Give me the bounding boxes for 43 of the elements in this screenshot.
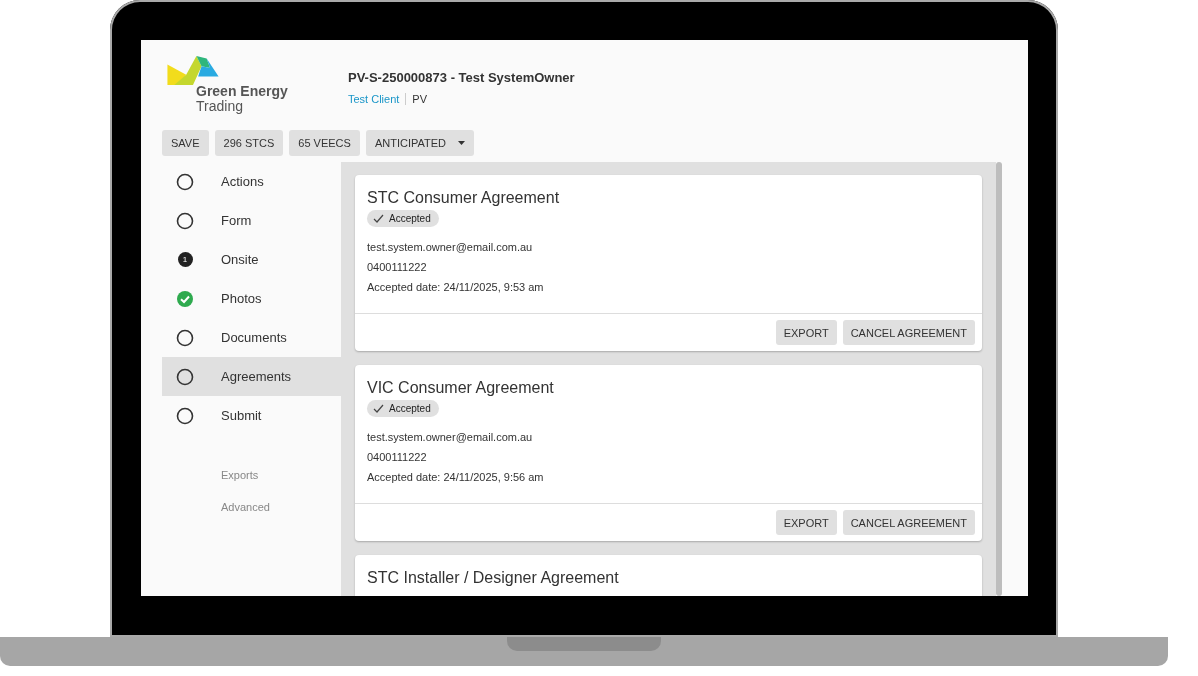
secondary-link[interactable]: Exports (221, 469, 341, 481)
status-chip: Accepted (367, 400, 439, 417)
status-chip: Accepted (367, 210, 439, 227)
card-button[interactable]: EXPORT (775, 510, 837, 535)
step-item[interactable]: Actions (162, 162, 341, 201)
step-item[interactable]: 1 Onsite (162, 240, 341, 279)
agreement-title: VIC Consumer Agreement (367, 379, 554, 397)
brand-name: Trading (196, 99, 243, 114)
check-icon (373, 404, 384, 413)
circle-icon (176, 328, 194, 347)
card-button[interactable]: EXPORT (775, 320, 837, 345)
step-item[interactable]: Agreements (162, 357, 341, 396)
phone-text: 0400111222 (367, 260, 427, 275)
circle-icon (176, 172, 194, 191)
agreement-title: STC Installer / Designer Agreement (367, 569, 619, 587)
circle-icon (176, 367, 194, 386)
card-button[interactable]: CANCEL AGREEMENT (842, 510, 975, 535)
step-count-badge: 1 (177, 252, 193, 267)
check-icon (373, 214, 384, 223)
job-title: PV-S-250000873 - Test SystemOwner (348, 70, 575, 85)
secondary-link[interactable]: Advanced (221, 501, 341, 513)
status-dropdown[interactable]: ANTICIPATED (365, 130, 474, 156)
caret-icon (458, 141, 465, 145)
brand-name: Green Energy (196, 83, 289, 99)
toolbar-button[interactable]: SAVE (162, 130, 209, 156)
circle-icon (176, 406, 194, 425)
toolbar-button[interactable]: 296 STCS (214, 130, 284, 156)
email-text: test.system.owner@email.com.au (367, 430, 533, 445)
scrollbar[interactable] (996, 162, 1002, 596)
phone-text: 0400111222 (367, 450, 427, 465)
check-circle-icon (176, 289, 194, 308)
job-type: PV (412, 93, 428, 105)
agreement-title: STC Consumer Agreement (367, 189, 560, 207)
accepted-date: Accepted date: 24/11/2025, 9:56 am (367, 470, 544, 485)
step-item[interactable]: Photos (162, 279, 341, 318)
toolbar-button[interactable]: 65 VEECS (289, 130, 360, 156)
email-text: test.system.owner@email.com.au (367, 240, 533, 255)
step-item[interactable]: Submit (162, 396, 341, 435)
step-item[interactable]: Documents (162, 318, 341, 357)
card-button[interactable]: CANCEL AGREEMENT (842, 320, 975, 345)
step-item[interactable]: Form (162, 201, 341, 240)
accepted-date: Accepted date: 24/11/2025, 9:53 am (367, 280, 544, 295)
circle-icon (176, 211, 194, 230)
